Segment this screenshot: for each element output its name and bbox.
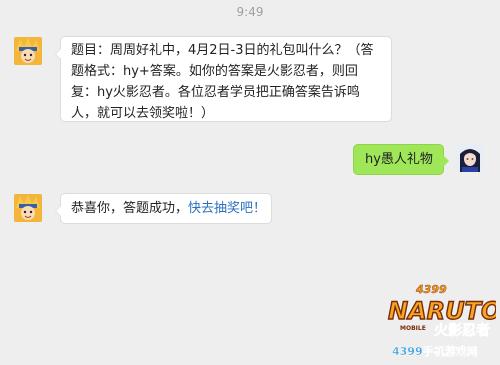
message-bubble-bot: 恭喜你，答题成功，快去抽奖吧！ — [55, 193, 272, 224]
user-avatar[interactable] — [456, 144, 484, 172]
message-text: hy愚人礼物 — [365, 152, 433, 167]
timestamp: 9:49 — [236, 5, 264, 19]
watermark-site: 4399手机游戏网 — [392, 344, 478, 358]
message-bubble-bot: 题目：周周好礼中，4月2日-3日的礼包叫什么？（答题格式：hy+答案。如你的答案… — [55, 36, 392, 122]
watermark-mobile: MOBILE — [400, 325, 426, 332]
bot-avatar[interactable] — [14, 194, 42, 222]
message-bubble-me: hy愚人礼物 — [353, 144, 449, 175]
watermark-top: 4399 — [415, 283, 447, 296]
bot-avatar[interactable] — [14, 37, 42, 65]
message-text: 恭喜你，答题成功， — [71, 201, 189, 216]
watermark-brand: NARUTO — [388, 297, 496, 325]
naruto-watermark-logo: 4399 NARUTO MOBILE 火影忍者 4399手机游戏网 — [386, 279, 500, 361]
message-text: 题目：周周好礼中，4月2日-3日的礼包叫什么？（答题格式：hy+答案。如你的答案… — [71, 43, 374, 121]
watermark-sub: 火影忍者 — [434, 323, 490, 339]
lottery-link[interactable]: 快去抽奖吧！ — [188, 201, 266, 216]
